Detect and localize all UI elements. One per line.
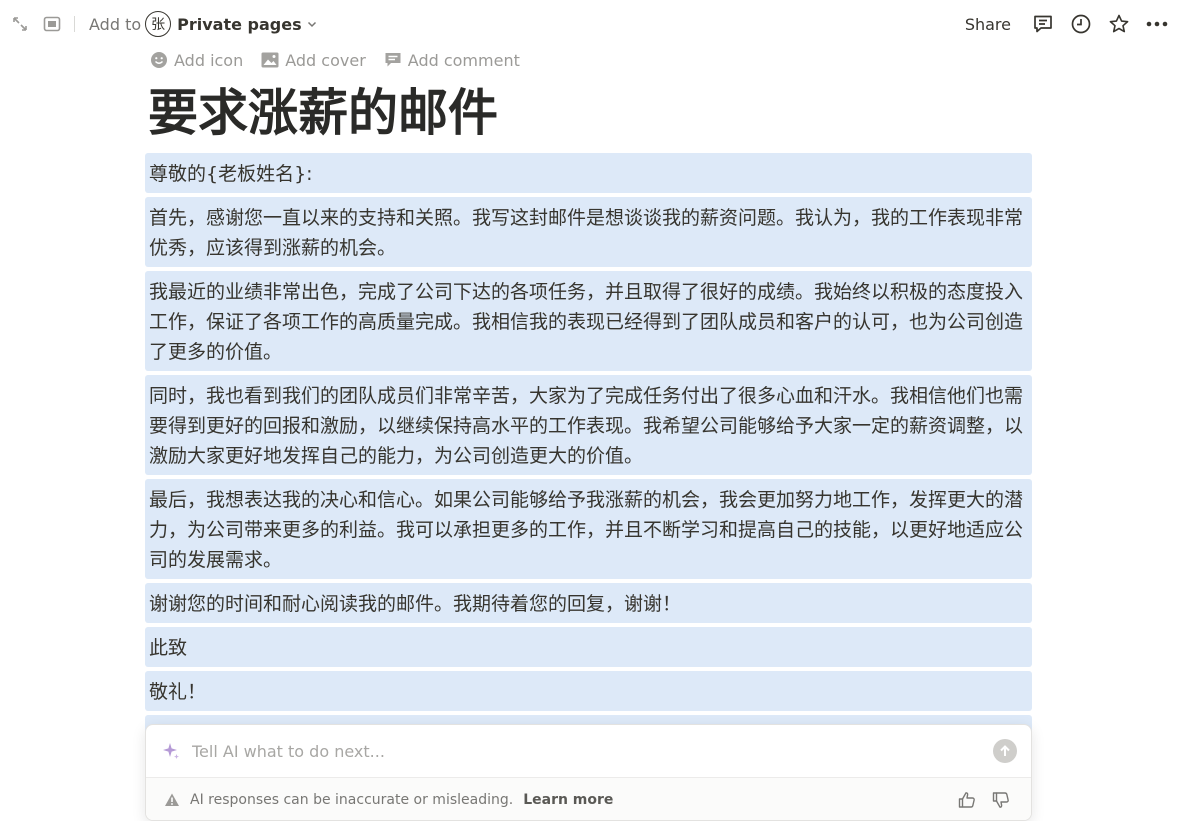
comments-icon[interactable] [1031, 12, 1055, 36]
add-comment-label: Add comment [407, 50, 520, 70]
top-bar-left: Add to 张 Private pages [8, 10, 318, 38]
ai-disclaimer-text: AI responses can be inaccurate or mislea… [190, 792, 514, 808]
page-title[interactable]: 要求涨薪的邮件 [148, 80, 498, 146]
ai-disclaimer-bar: AI responses can be inaccurate or mislea… [146, 777, 1031, 820]
add-cover-button[interactable]: Add cover [261, 51, 366, 70]
share-button[interactable]: Share [965, 15, 1011, 34]
paragraph-block[interactable]: 敬礼！ [145, 671, 1032, 711]
workspace-label: Private pages [177, 14, 302, 34]
paragraph-block[interactable]: 我最近的业绩非常出色，完成了公司下达的各项任务，并且取得了很好的成绩。我始终以积… [145, 271, 1032, 371]
expand-arrows-icon[interactable] [8, 12, 32, 36]
paragraph-block[interactable]: 最后，我想表达我的决心和信心。如果公司能够给予我涨薪的机会，我会更加努力地工作，… [145, 479, 1032, 579]
paragraph-block[interactable]: 首先，感谢您一直以来的支持和关照。我写这封邮件是想谈谈我的薪资问题。我认为，我的… [145, 197, 1032, 267]
page-header-controls: Add icon Add cover Add comment [150, 48, 520, 72]
image-icon [261, 51, 279, 69]
add-cover-label: Add cover [285, 50, 366, 70]
smiley-icon [150, 51, 168, 69]
add-icon-button[interactable]: Add icon [150, 51, 243, 70]
favorite-star-icon[interactable] [1107, 12, 1131, 36]
learn-more-link[interactable]: Learn more [523, 792, 613, 808]
paragraph-block[interactable]: 尊敬的{老板姓名}: [145, 153, 1032, 193]
paragraph-block[interactable]: 此致 [145, 627, 1032, 667]
ai-feedback [955, 788, 1013, 812]
more-options-icon[interactable] [1145, 12, 1169, 36]
toolbar-divider [74, 16, 75, 32]
add-comment-button[interactable]: Add comment [384, 51, 520, 70]
page-content: 尊敬的{老板姓名}: 首先，感谢您一直以来的支持和关照。我写这封邮件是想谈谈我的… [145, 153, 1032, 759]
history-clock-icon[interactable] [1069, 12, 1093, 36]
send-arrow-icon[interactable] [993, 739, 1017, 763]
thumbs-up-icon[interactable] [955, 788, 979, 812]
ai-input-row [146, 725, 1031, 777]
ai-prompt-box: AI responses can be inaccurate or mislea… [145, 724, 1032, 821]
add-to-label: Add to [89, 14, 142, 34]
sidebar-peek-icon[interactable] [40, 12, 64, 36]
add-to-button[interactable]: Add to 张 Private pages [89, 11, 318, 37]
paragraph-block[interactable]: 谢谢您的时间和耐心阅读我的邮件。我期待着您的回复，谢谢！ [145, 583, 1032, 623]
ai-prompt-input[interactable] [190, 740, 993, 762]
thumbs-down-icon[interactable] [989, 788, 1013, 812]
add-icon-label: Add icon [174, 50, 244, 70]
top-bar-right: Share [965, 10, 1169, 38]
top-bar: Add to 张 Private pages Share [0, 0, 1177, 48]
avatar: 张 [145, 11, 172, 37]
chevron-down-icon [306, 18, 318, 30]
ai-sparkle-icon [160, 740, 182, 762]
comment-icon [384, 51, 402, 69]
paragraph-block[interactable]: 同时，我也看到我们的团队成员们非常辛苦，大家为了完成任务付出了很多心血和汗水。我… [145, 375, 1032, 475]
warning-icon [164, 792, 180, 808]
